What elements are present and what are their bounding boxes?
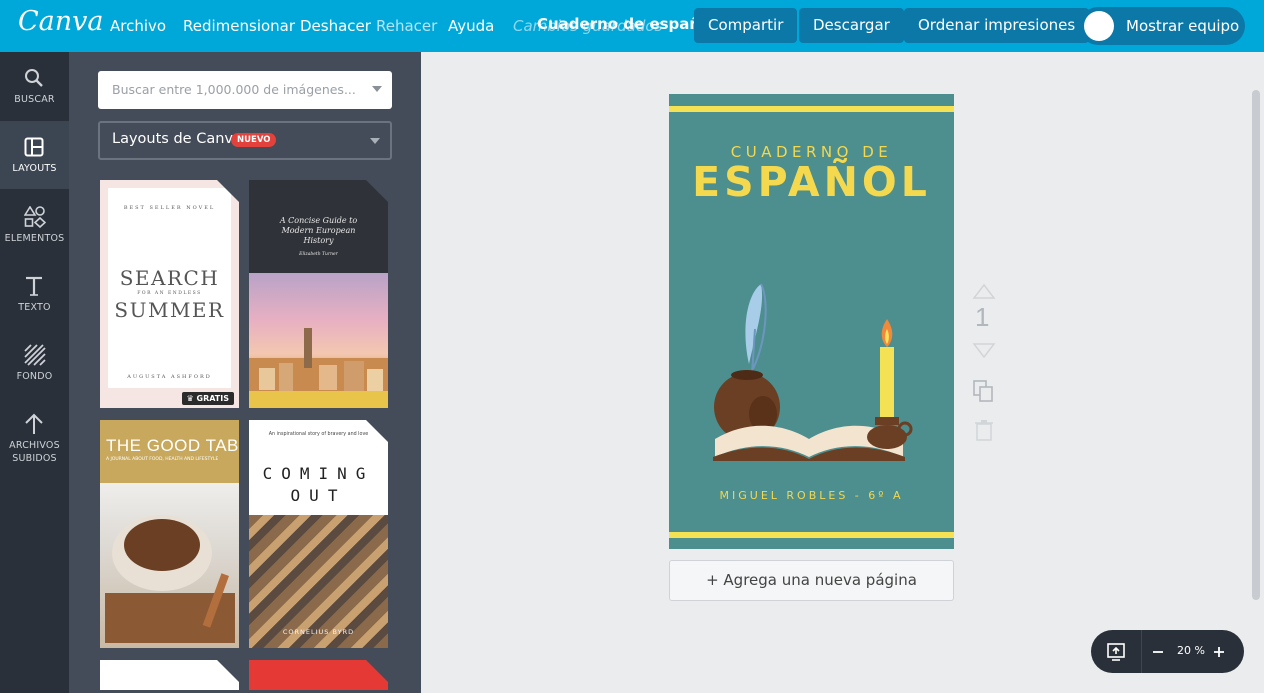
upload-icon (25, 413, 43, 434)
top-stripe (669, 106, 954, 112)
thumb-text: History (303, 236, 334, 245)
search-placeholder: Buscar entre 1,000.000 de imágenes... (112, 82, 356, 97)
zoom-out-icon[interactable] (1152, 646, 1164, 658)
layout-thumb-european-history[interactable]: A Concise Guide to Modern European Histo… (249, 180, 388, 408)
nav-texto[interactable]: TEXTO (0, 259, 69, 327)
new-badge: NUEVO (231, 133, 277, 147)
order-prints-button[interactable]: Ordenar impresiones (904, 8, 1090, 43)
menu-ayuda[interactable]: Ayuda (448, 17, 494, 35)
free-badge: ♛ GRATIS (181, 392, 234, 405)
page-fold (217, 660, 239, 682)
thumb-photo (100, 483, 239, 648)
top-bar: Canva Archivo Redimensionar Deshacer Reh… (0, 0, 1264, 52)
thumb-text: OUT (290, 486, 347, 505)
bread-illustration (105, 515, 235, 643)
zoom-control: 20 % (1091, 630, 1244, 673)
layout-thumb-coming-out[interactable]: An inspirational story of bravery and lo… (249, 420, 388, 648)
left-nav: BUSCAR LAYOUTS ELEMENTOS TEXTO FONDO ARC… (0, 52, 69, 693)
search-icon (25, 69, 43, 87)
thumb-text: SUMMER (114, 298, 225, 322)
nav-subidos-label: SUBIDOS (12, 453, 57, 464)
cover-author[interactable]: MIGUEL ROBLES - 6º A (669, 489, 954, 502)
thumb-text: Elizabeth Turner (299, 252, 338, 257)
free-badge-label: GRATIS (196, 394, 230, 403)
menu-archivo[interactable]: Archivo (110, 17, 166, 35)
nav-layouts-label: LAYOUTS (12, 163, 57, 174)
nav-fondo-label: FONDO (16, 371, 53, 382)
layout-thumb-good-table[interactable]: THE GOOD TABLE A JOURNAL ABOUT FOOD, HEA… (100, 420, 239, 648)
design-page[interactable]: CUADERNO DE ESPAÑOL MIGUEL ROBLES - 6º A (669, 94, 954, 549)
share-button[interactable]: Compartir (694, 8, 798, 43)
page-fold (366, 180, 388, 202)
thumb-text: CORNELIUS BYRD (282, 628, 355, 636)
menu-redimensionar[interactable]: Redimensionar (183, 17, 295, 35)
page-fold (366, 420, 388, 442)
layout-select-label: Layouts de Canva (112, 131, 242, 147)
bottom-stripe (669, 532, 954, 538)
move-page-up-icon[interactable] (969, 282, 999, 302)
chevron-down-icon[interactable] (370, 138, 380, 144)
nav-archivos-label: ARCHIVOS (9, 440, 60, 451)
add-page-button[interactable]: + Agrega una nueva página (669, 560, 954, 601)
thumb-text: BEST SELLER NOVEL (123, 205, 216, 211)
page-fold (366, 660, 388, 682)
nav-elementos-label: ELEMENTOS (4, 233, 65, 244)
layouts-icon (24, 137, 44, 157)
layouts-panel: Buscar entre 1,000.000 de imágenes... La… (69, 52, 421, 693)
elements-icon (24, 206, 46, 228)
thumb-text: THE GOOD TABLE (106, 436, 239, 455)
nav-texto-label: TEXTO (18, 302, 51, 313)
canvas-area: CUADERNO DE ESPAÑOL MIGUEL ROBLES - 6º A (421, 52, 1264, 693)
layout-thumb-partial[interactable] (249, 660, 388, 690)
thumb-photo (249, 273, 388, 408)
town-illustration (249, 328, 388, 408)
divider (1141, 630, 1142, 673)
nav-buscar-label: BUSCAR (14, 94, 55, 105)
thumb-text: SEARCH (119, 266, 220, 290)
thumb-text: FOR AN ENDLESS (137, 291, 202, 296)
thumb-text: COMING (262, 464, 375, 483)
menu-deshacer[interactable]: Deshacer (300, 17, 371, 35)
thumb-text: A JOURNAL ABOUT FOOD, HEALTH AND LIFESTY… (106, 457, 219, 462)
thumb-text: Modern European (281, 226, 356, 235)
menu-rehacer[interactable]: Rehacer (376, 17, 437, 35)
page-number: 1 (975, 302, 990, 332)
nav-archivos-subidos[interactable]: ARCHIVOS SUBIDOS (0, 397, 69, 465)
chevron-down-icon[interactable] (372, 86, 382, 92)
show-team-label: Mostrar equipo (1126, 17, 1240, 35)
cover-title[interactable]: ESPAÑOL (669, 158, 954, 206)
layout-thumb-search-summer[interactable]: BEST SELLER NOVEL SEARCH FOR AN ENDLESS … (100, 180, 239, 408)
show-team-button[interactable]: Mostrar equipo (1079, 7, 1245, 45)
present-icon[interactable] (1106, 642, 1126, 662)
zoom-in-icon[interactable] (1213, 646, 1225, 658)
nav-buscar[interactable]: BUSCAR (0, 52, 69, 120)
thumb-text: A Concise Guide to (279, 216, 358, 225)
download-button[interactable]: Descargar (799, 8, 904, 43)
text-icon (26, 276, 42, 296)
search-input[interactable]: Buscar entre 1,000.000 de imágenes... (98, 71, 392, 109)
thumb-text: AUGUSTA ASHFORD (127, 374, 212, 380)
nav-layouts[interactable]: LAYOUTS (0, 121, 69, 189)
delete-page-icon[interactable] (972, 418, 996, 442)
avatar (1084, 11, 1114, 41)
copy-page-icon[interactable] (972, 379, 996, 403)
vertical-scrollbar[interactable] (1252, 90, 1260, 600)
document-title[interactable]: Cuaderno de español (537, 15, 716, 33)
canva-logo[interactable]: Canva (18, 6, 104, 37)
zoom-level: 20 % (1177, 644, 1205, 657)
page-fold (217, 180, 239, 202)
quill-candle-illustration[interactable] (709, 269, 914, 464)
move-page-down-icon[interactable] (969, 340, 999, 360)
layout-source-select[interactable]: Layouts de Canva NUEVO (98, 121, 392, 160)
layout-thumb-partial[interactable] (100, 660, 239, 690)
nav-fondo[interactable]: FONDO (0, 328, 69, 396)
background-icon (24, 344, 46, 366)
nav-elementos[interactable]: ELEMENTOS (0, 190, 69, 258)
